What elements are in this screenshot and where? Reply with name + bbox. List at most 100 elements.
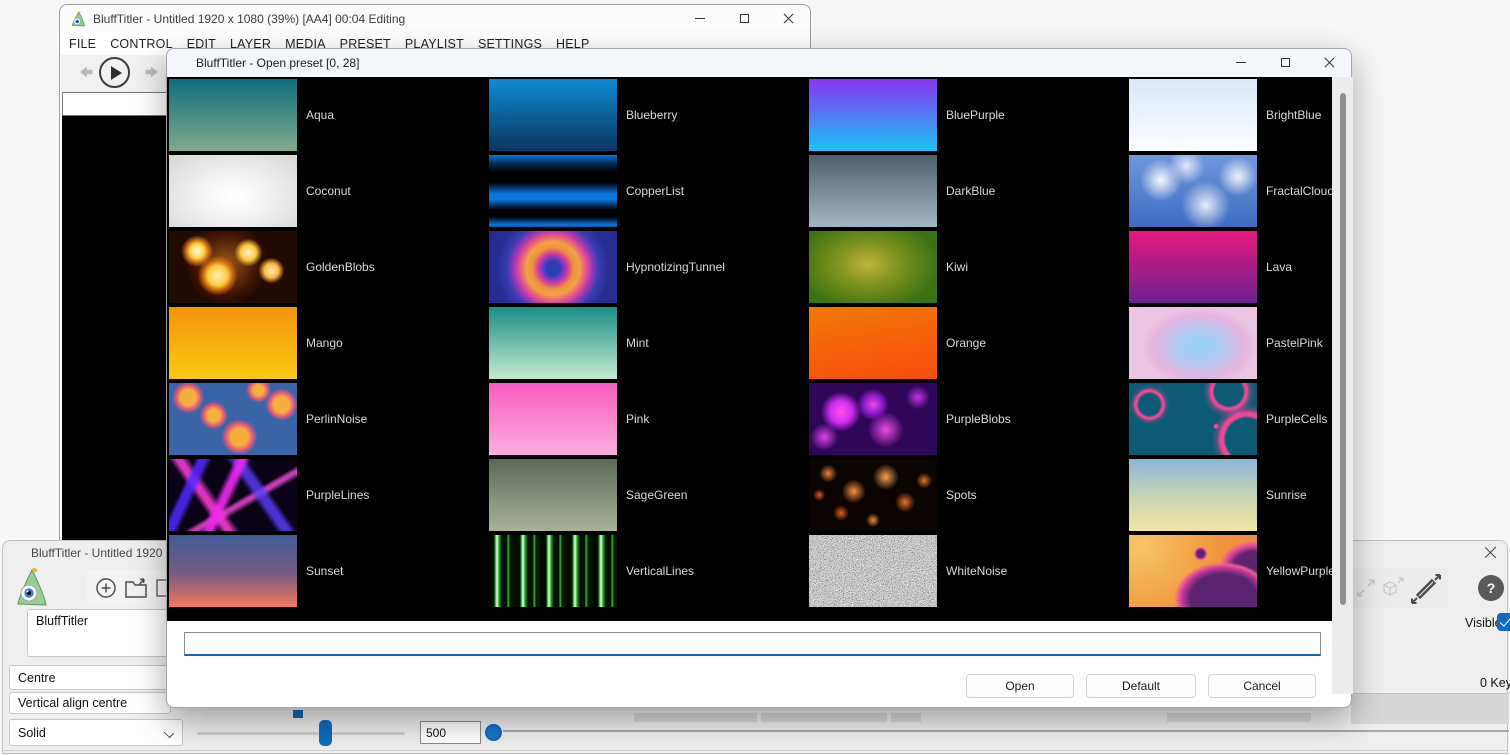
preset-item-aqua[interactable]: Aqua	[169, 79, 489, 151]
preset-item-sunrise[interactable]: Sunrise	[1129, 459, 1332, 531]
preset-thumbnail[interactable]	[1129, 155, 1257, 227]
preset-thumbnail[interactable]	[489, 535, 617, 607]
preset-thumbnail[interactable]	[809, 383, 937, 455]
preset-thumbnail[interactable]	[1129, 535, 1257, 607]
preset-thumbnail[interactable]	[489, 307, 617, 379]
preset-thumbnail[interactable]	[169, 383, 297, 455]
preset-scrollbar[interactable]	[1332, 77, 1353, 694]
previous-button[interactable]	[77, 63, 95, 81]
blufftitler-logo	[13, 566, 51, 608]
size-slider-thumb[interactable]	[319, 720, 332, 746]
preset-item-sagegreen[interactable]: SageGreen	[489, 459, 809, 531]
preset-item-perlinnoise[interactable]: PerlinNoise	[169, 383, 489, 455]
timeline-segment[interactable]	[1167, 713, 1311, 722]
preset-item-orange[interactable]: Orange	[809, 307, 1129, 379]
preset-item-purpleblobs[interactable]: PurpleBlobs	[809, 383, 1129, 455]
time-slider-track[interactable]	[503, 730, 1509, 732]
dialog-minimize-button[interactable]	[1219, 49, 1263, 76]
main-titlebar[interactable]: BluffTitler - Untitled 1920 x 1080 (39%)…	[60, 5, 810, 32]
preset-thumbnail[interactable]	[489, 79, 617, 151]
preset-item-blueberry[interactable]: Blueberry	[489, 79, 809, 151]
preset-item-purplecells[interactable]: PurpleCells	[1129, 383, 1332, 455]
scale-tool-icon[interactable]	[1409, 572, 1443, 606]
preset-item-mango[interactable]: Mango	[169, 307, 489, 379]
layer-text-editor[interactable]: BluffTitler	[27, 609, 173, 657]
preset-thumbnail[interactable]	[489, 383, 617, 455]
preset-item-bluepurple[interactable]: BluePurple	[809, 79, 1129, 151]
dialog-maximize-button[interactable]	[1263, 49, 1307, 76]
preset-thumbnail[interactable]	[169, 535, 297, 607]
main-close-button[interactable]	[766, 5, 810, 32]
preset-item-pink[interactable]: Pink	[489, 383, 809, 455]
preset-thumbnail[interactable]	[1129, 79, 1257, 151]
position-combo[interactable]: Centre	[9, 665, 171, 690]
help-button[interactable]: ?	[1478, 575, 1504, 601]
preset-thumbnail[interactable]	[1129, 459, 1257, 531]
cube-scale-icon[interactable]	[1380, 576, 1406, 601]
preset-thumbnail[interactable]	[489, 459, 617, 531]
preset-item-purplelines[interactable]: PurpleLines	[169, 459, 489, 531]
preset-item-goldenblobs[interactable]: GoldenBlobs	[169, 231, 489, 303]
dialog-titlebar[interactable]: BluffTitler - Open preset [0, 28]	[167, 49, 1351, 77]
preset-thumbnail[interactable]	[1129, 307, 1257, 379]
menu-control[interactable]: CONTROL	[110, 37, 173, 51]
menu-file[interactable]: FILE	[69, 37, 96, 51]
preset-item-darkblue[interactable]: DarkBlue	[809, 155, 1129, 227]
preset-item-fractalcloud[interactable]: FractalCloud	[1129, 155, 1332, 227]
preset-thumbnail[interactable]	[169, 231, 297, 303]
next-button[interactable]	[143, 63, 161, 81]
preset-item-coconut[interactable]: Coconut	[169, 155, 489, 227]
preset-thumbnail[interactable]	[169, 155, 297, 227]
visible-checkbox[interactable]	[1497, 613, 1510, 631]
preset-thumbnail[interactable]	[489, 231, 617, 303]
timeline-segment[interactable]	[634, 713, 757, 722]
size-slider-track[interactable]	[197, 732, 405, 735]
preset-thumbnail[interactable]	[169, 79, 297, 151]
preset-thumbnail[interactable]	[809, 459, 937, 531]
time-slider-thumb[interactable]	[485, 724, 502, 741]
valign-combo[interactable]: Vertical align centre	[9, 692, 171, 714]
add-layer-icon[interactable]	[95, 577, 117, 599]
preset-thumbnail[interactable]	[809, 307, 937, 379]
expand-arrows-icon[interactable]	[1355, 577, 1377, 599]
timeline-marker[interactable]	[293, 710, 303, 718]
preset-item-hypnotizingtunnel[interactable]: HypnotizingTunnel	[489, 231, 809, 303]
preset-item-sunset[interactable]: Sunset	[169, 535, 489, 607]
preset-item-spots[interactable]: Spots	[809, 459, 1129, 531]
preset-item-kiwi[interactable]: Kiwi	[809, 231, 1129, 303]
timeline-track-right[interactable]	[1351, 693, 1509, 724]
style-combo[interactable]: Solid	[9, 719, 183, 746]
main-maximize-button[interactable]	[722, 5, 766, 32]
open-media-icon[interactable]	[124, 577, 151, 600]
preset-item-yellowpurpleblobs[interactable]: YellowPurpleBlobs	[1129, 535, 1332, 607]
play-button[interactable]	[99, 57, 130, 88]
preset-thumbnail[interactable]	[1129, 383, 1257, 455]
preset-item-whitenoise[interactable]: WhiteNoise	[809, 535, 1129, 607]
preset-item-pastelpink[interactable]: PastelPink	[1129, 307, 1332, 379]
preset-thumbnail[interactable]	[1129, 231, 1257, 303]
dialog-close-button[interactable]	[1307, 49, 1351, 76]
preset-thumbnail[interactable]	[169, 459, 297, 531]
preset-item-lava[interactable]: Lava	[1129, 231, 1332, 303]
chevron-down-icon	[165, 728, 174, 737]
preset-thumbnail[interactable]	[809, 535, 937, 607]
timeline-segment[interactable]	[761, 713, 887, 722]
default-button[interactable]: Default	[1086, 674, 1196, 698]
preset-thumbnail[interactable]	[489, 155, 617, 227]
open-button[interactable]: Open	[966, 674, 1074, 698]
preset-item-brightblue[interactable]: BrightBlue	[1129, 79, 1332, 151]
preset-thumbnail[interactable]	[169, 307, 297, 379]
cancel-button[interactable]: Cancel	[1208, 674, 1316, 698]
timeline-segment[interactable]	[891, 713, 921, 722]
properties-close-button[interactable]	[1484, 545, 1498, 559]
size-value-input[interactable]	[420, 721, 481, 744]
preset-filter-input[interactable]	[184, 632, 1321, 656]
preset-thumbnail[interactable]	[809, 79, 937, 151]
preset-thumbnail[interactable]	[809, 155, 937, 227]
scrollbar-thumb[interactable]	[1340, 93, 1346, 605]
preset-item-copperlist[interactable]: CopperList	[489, 155, 809, 227]
preset-item-mint[interactable]: Mint	[489, 307, 809, 379]
preset-item-verticallines[interactable]: VerticalLines	[489, 535, 809, 607]
main-minimize-button[interactable]	[678, 5, 722, 32]
preset-thumbnail[interactable]	[809, 231, 937, 303]
